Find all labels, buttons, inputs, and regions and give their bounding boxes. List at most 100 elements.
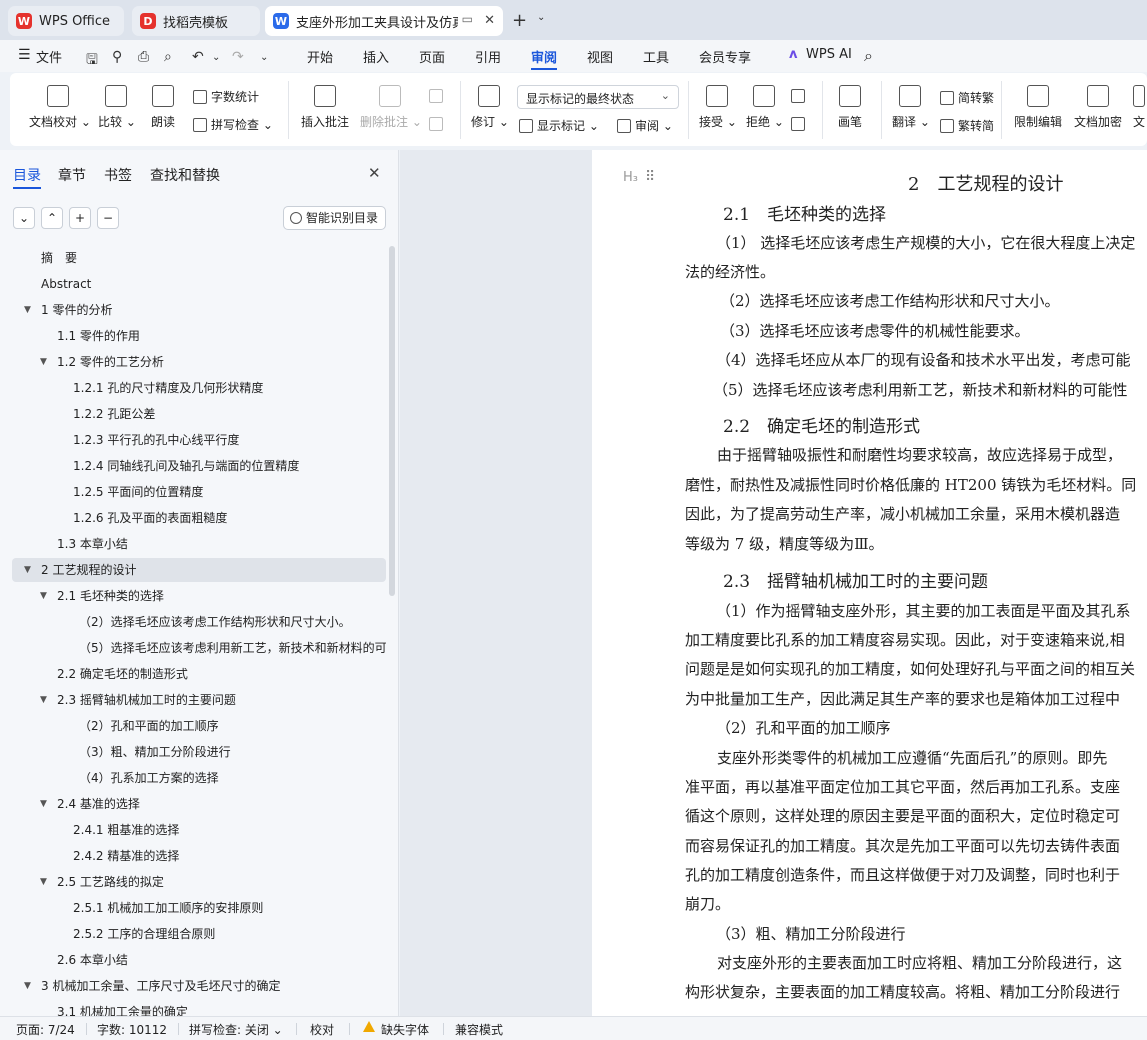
toc-item[interactable]: 2.6 本章小结 (12, 948, 386, 972)
previous-comment-button[interactable] (429, 89, 447, 103)
document-page[interactable]: H₃ ⠿ 2 工艺规程的设计 2.1 毛坯种类的选择 （1） 选择毛坯应该考虑生产规… (592, 150, 1147, 1016)
hamburger-icon[interactable]: ☰ (18, 47, 31, 63)
toc-scrollbar[interactable] (389, 246, 395, 596)
toc-item[interactable]: ▼ 2.4 基准的选择 (12, 792, 386, 816)
compat-mode-indicator[interactable]: 兼容模式 (455, 1021, 503, 1038)
insert-comment-button[interactable]: 插入批注 (300, 85, 350, 130)
toc-item[interactable]: 1.2.4 同轴线孔间及轴孔与端面的位置精度 (12, 454, 386, 478)
expand-arrow-icon[interactable]: ▼ (40, 688, 47, 712)
spell-check-indicator[interactable]: 拼写检查: 关闭 ⌄ (189, 1021, 283, 1038)
expand-down-button[interactable]: ⌄ (13, 207, 35, 229)
toc-item[interactable]: 2.5.1 机械加工加工顺序的安排原则 (12, 896, 386, 920)
markup-mode-select[interactable]: 显示标记的最终状态 ⌄ (517, 85, 679, 109)
print-icon[interactable]: ⎙ (138, 49, 149, 65)
expand-arrow-icon[interactable]: ▼ (24, 298, 31, 322)
toc-item[interactable]: 1.2.1 孔的尺寸精度及几何形状精度 (12, 376, 386, 400)
chevron-down-icon[interactable]: ⌄ (212, 52, 220, 63)
expand-arrow-icon[interactable]: ▼ (40, 870, 47, 894)
undo-icon[interactable]: ↶ (192, 49, 204, 65)
toc-item[interactable]: （5）选择毛坯应该考虑利用新工艺，新技术和新材料的可能性。 (12, 636, 386, 660)
chevron-down-icon[interactable]: ⌄ (260, 52, 268, 63)
toc-item[interactable]: 2.2 确定毛坯的制造形式 (12, 662, 386, 686)
menu-file[interactable]: 文件 (36, 47, 62, 66)
toc-item[interactable]: ▼ 3 机械加工余量、工序尺寸及毛坯尺寸的确定 (12, 974, 386, 998)
tab-chapters[interactable]: 章节 (58, 165, 86, 185)
search-icon[interactable]: ⌕ (864, 46, 873, 66)
monitor-icon[interactable]: ▭ (462, 12, 473, 26)
menu-insert[interactable]: 插入 (363, 47, 389, 66)
expand-arrow-icon[interactable]: ▼ (24, 558, 31, 582)
word-count-indicator[interactable]: 字数: 10112 (97, 1021, 167, 1038)
toc-item[interactable]: ▼ 1.2 零件的工艺分析 (12, 350, 386, 374)
new-tab-icon[interactable]: + (512, 10, 527, 31)
toc-item[interactable]: （4）孔系加工方案的选择 (12, 766, 386, 790)
menu-start[interactable]: 开始 (307, 47, 333, 66)
toc-item[interactable]: 2.5.2 工序的合理组合原则 (12, 922, 386, 946)
toc-item[interactable]: ▼ 2 工艺规程的设计 (12, 558, 386, 582)
toc-item[interactable]: 摘 要 (12, 246, 386, 270)
tab-current-document[interactable]: W 支座外形加工夹具设计及仿真 ▭ ✕ (265, 6, 503, 36)
toc-item[interactable]: ▼ 1 零件的分析 (12, 298, 386, 322)
menu-reference[interactable]: 引用 (475, 47, 501, 66)
translate-button[interactable]: 翻译 ⌄ (892, 85, 930, 130)
proofread-indicator[interactable]: 校对 (310, 1021, 334, 1038)
smart-toc-button[interactable]: 智能识别目录 (283, 206, 386, 230)
toc-item[interactable]: Abstract (12, 272, 386, 296)
toc-item[interactable]: 1.1 零件的作用 (12, 324, 386, 348)
expand-arrow-icon[interactable]: ▼ (40, 584, 47, 608)
doc-check-button[interactable]: 文档校对 ⌄ (29, 85, 91, 130)
restrict-edit-button[interactable]: 限制编辑 (1012, 85, 1064, 130)
toc-item[interactable]: （2）选择毛坯应该考虑工作结构形状和尺寸大小。 (12, 610, 386, 634)
expand-arrow-icon[interactable]: ▼ (24, 974, 31, 998)
menu-review[interactable]: 审阅 (531, 47, 557, 66)
encrypt-button[interactable]: 文档加密 (1072, 85, 1124, 130)
menu-member[interactable]: 会员专享 (699, 47, 751, 66)
missing-font-indicator[interactable]: 缺失字体 (381, 1021, 429, 1038)
save-icon[interactable]: 🖫 (86, 49, 98, 73)
compare-button[interactable]: 比较 ⌄ (98, 85, 136, 130)
toc-item[interactable]: （2）孔和平面的加工顺序 (12, 714, 386, 738)
menu-wps-ai[interactable]: WPS AI (806, 47, 852, 62)
menu-tools[interactable]: 工具 (643, 47, 669, 66)
review-pane-button[interactable]: 审阅 ⌄ (617, 117, 673, 134)
toc-item[interactable]: 1.2.6 孔及平面的表面粗糙度 (12, 506, 386, 530)
toc-item[interactable]: ▼ 2.3 摇臂轴机械加工时的主要问题 (12, 688, 386, 712)
share-icon[interactable]: ⚲ (112, 49, 122, 65)
to-traditional-button[interactable]: 简转繁 (940, 89, 994, 106)
toc-item[interactable]: 1.2.5 平面间的位置精度 (12, 480, 386, 504)
menu-view[interactable]: 视图 (587, 47, 613, 66)
spell-check-button[interactable]: 拼写检查 ⌄ (193, 116, 273, 133)
chevron-down-icon[interactable]: ⌄ (537, 12, 545, 23)
tab-toc[interactable]: 目录 (13, 165, 41, 185)
word-count-button[interactable]: 字数统计 (193, 88, 259, 105)
menu-page[interactable]: 页面 (419, 47, 445, 66)
next-comment-button[interactable] (429, 117, 447, 131)
toc-item[interactable]: 1.3 本章小结 (12, 532, 386, 556)
track-changes-button[interactable]: 修订 ⌄ (471, 85, 509, 130)
expand-arrow-icon[interactable]: ▼ (40, 350, 47, 374)
toc-item[interactable]: （3）粗、精加工分阶段进行 (12, 740, 386, 764)
print-preview-icon[interactable]: ⌕ (164, 49, 172, 65)
tab-bookmarks[interactable]: 书签 (104, 165, 132, 185)
next-change-button[interactable] (791, 117, 809, 131)
previous-change-button[interactable] (791, 89, 809, 103)
tab-docer-templates[interactable]: D 找稻壳模板 (132, 6, 260, 36)
toc-item[interactable]: 2.4.1 粗基准的选择 (12, 818, 386, 842)
toc-item[interactable]: ▼ 2.1 毛坯种类的选择 (12, 584, 386, 608)
drag-handle-icon[interactable]: ⠿ (645, 169, 655, 185)
pen-button[interactable]: 画笔 (835, 85, 865, 130)
show-markup-button[interactable]: 显示标记 ⌄ (519, 117, 599, 134)
accept-button[interactable]: 接受 ⌄ (699, 85, 737, 130)
toc-item[interactable]: 1.2.2 孔距公差 (12, 402, 386, 426)
toc-item[interactable]: 3.1 机械加工余量的确定 (12, 1000, 386, 1016)
toc-item[interactable]: 2.4.2 精基准的选择 (12, 844, 386, 868)
tab-wps-office[interactable]: W WPS Office (8, 6, 124, 36)
redo-icon[interactable]: ↷ (232, 49, 244, 65)
delete-comment-button[interactable]: 删除批注 ⌄ (360, 85, 422, 130)
toc-item[interactable]: 1.2.3 平行孔的孔中心线平行度 (12, 428, 386, 452)
more-ribbon-button[interactable]: 文 (1132, 85, 1146, 130)
collapse-up-button[interactable]: ⌃ (41, 207, 63, 229)
page-indicator[interactable]: 页面: 7/24 (16, 1021, 75, 1038)
reject-button[interactable]: 拒绝 ⌄ (746, 85, 784, 130)
toc-item[interactable]: ▼ 2.5 工艺路线的拟定 (12, 870, 386, 894)
